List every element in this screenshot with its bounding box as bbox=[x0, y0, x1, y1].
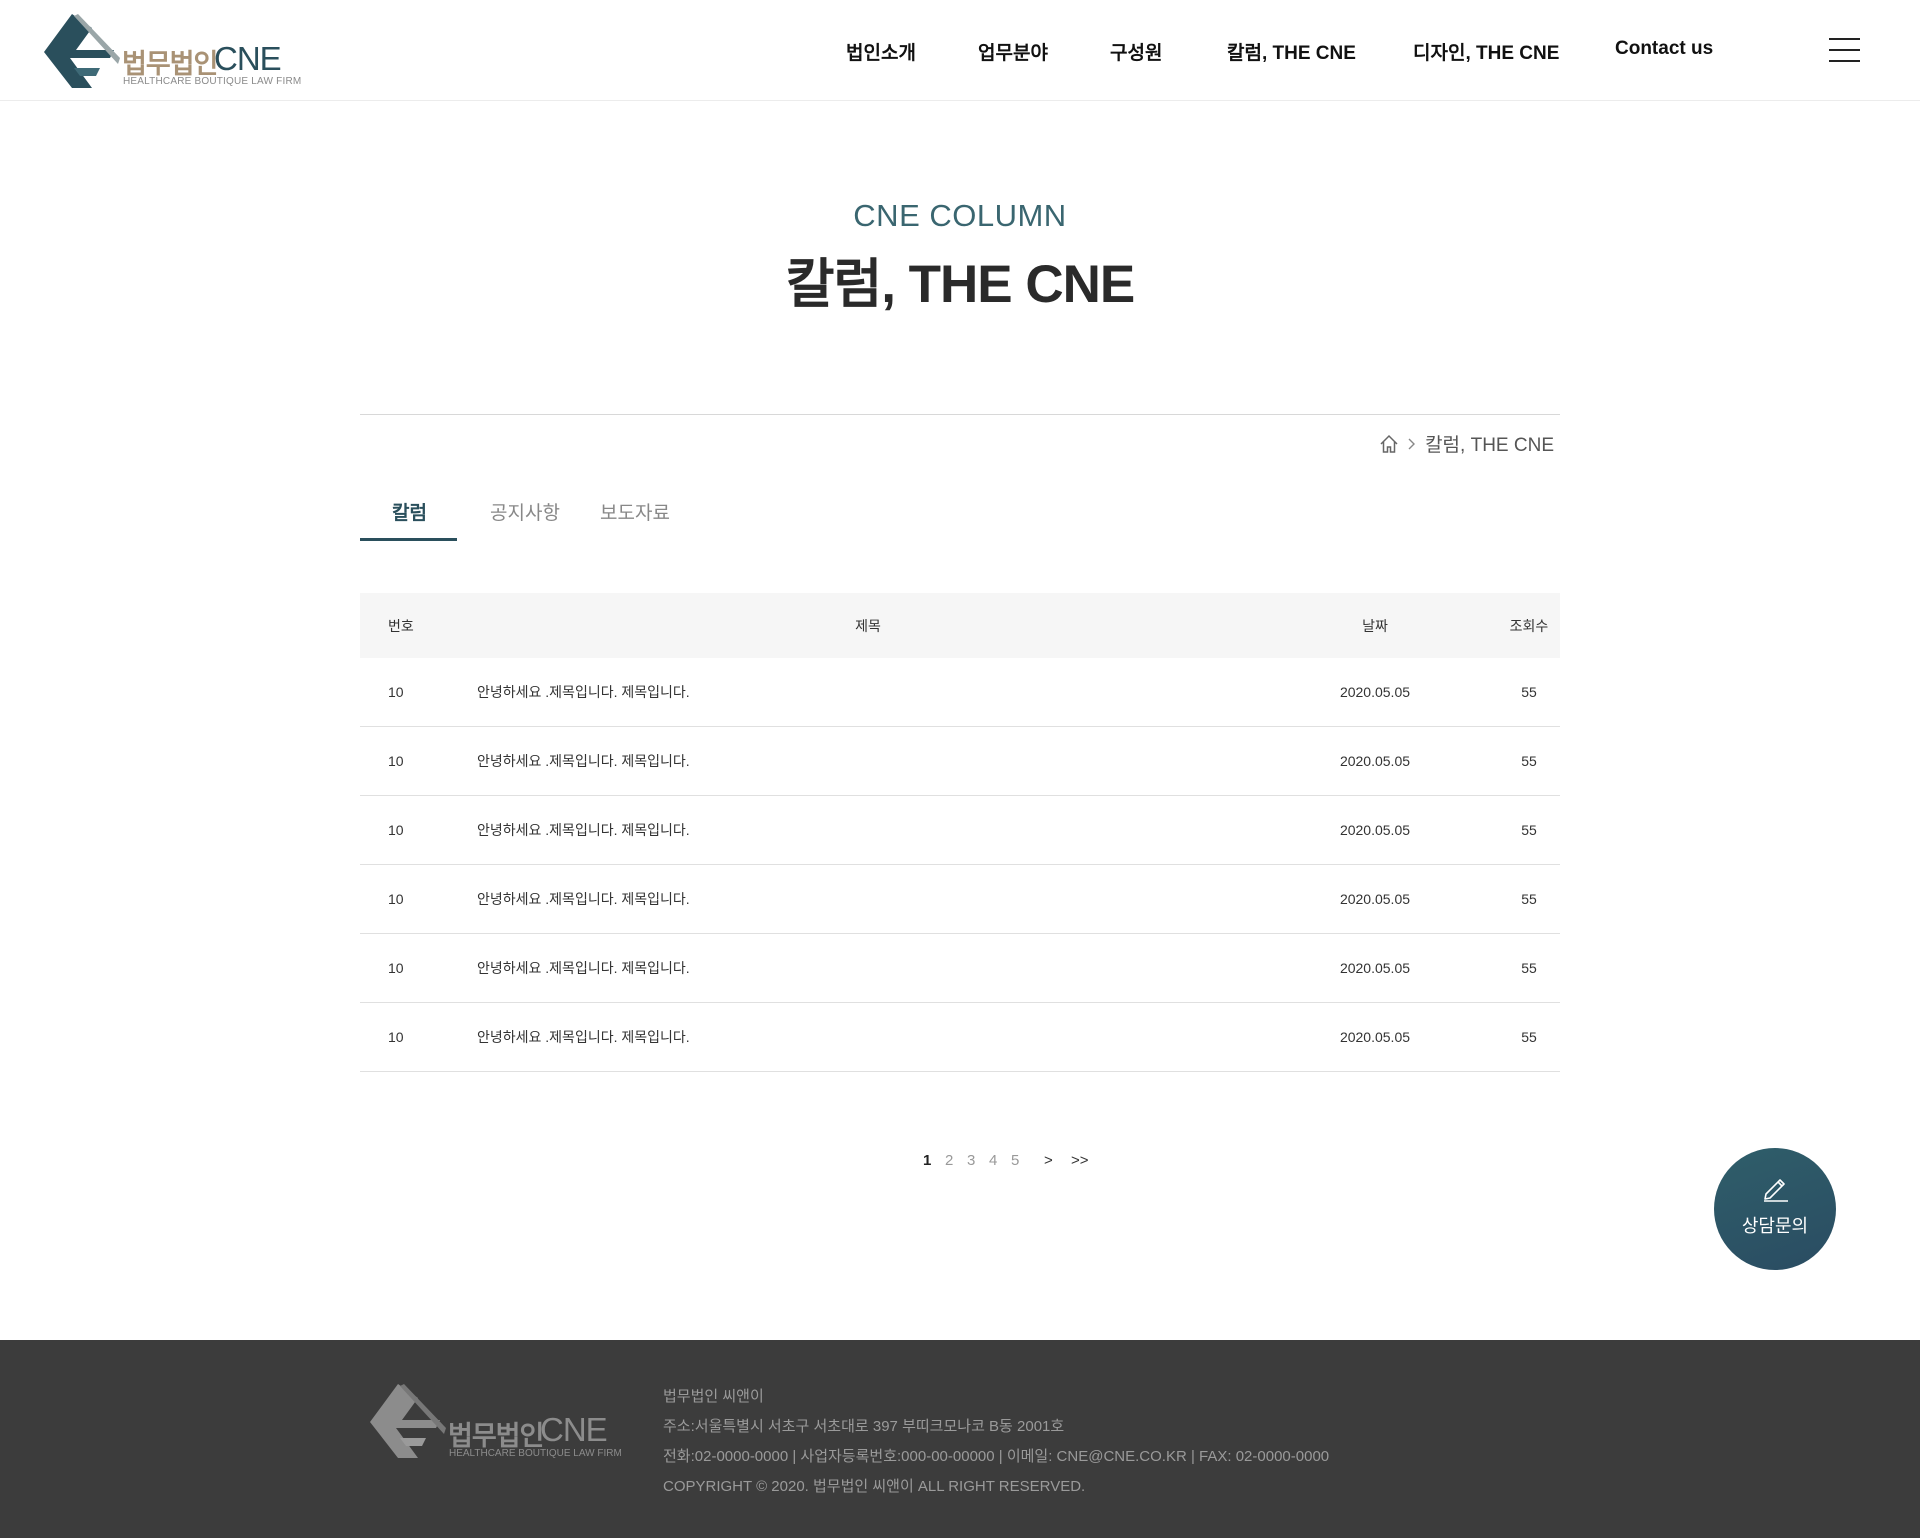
row-date: 2020.05.05 bbox=[1339, 960, 1411, 976]
table-row[interactable]: 10 안녕하세요 .제목입니다. 제목입니다. 2020.05.05 55 bbox=[360, 727, 1560, 796]
footer-company: 법무법인 씨앤이 bbox=[663, 1388, 764, 1405]
row-date: 2020.05.05 bbox=[1339, 891, 1411, 907]
hamburger-icon[interactable] bbox=[1829, 38, 1860, 62]
nav-item-practice[interactable]: 업무분야 bbox=[978, 38, 1048, 65]
nav-item-column[interactable]: 칼럼, THE CNE bbox=[1227, 38, 1356, 65]
table-row[interactable]: 10 안녕하세요 .제목입니다. 제목입니다. 2020.05.05 55 bbox=[360, 1003, 1560, 1072]
row-num: 10 bbox=[388, 822, 404, 838]
row-title-link[interactable]: 안녕하세요 .제목입니다. 제목입니다. bbox=[477, 658, 690, 726]
row-views: 55 bbox=[1521, 891, 1537, 907]
footer-contact: 전화:02-0000-0000 | 사업자등록번호:000-00-00000 |… bbox=[663, 1448, 1330, 1465]
row-views: 55 bbox=[1521, 1029, 1537, 1045]
tab-notice[interactable]: 공지사항 bbox=[490, 498, 560, 525]
table-header: 번호 제목 날짜 조회수 bbox=[360, 593, 1560, 658]
logo-mark-icon bbox=[44, 14, 120, 88]
logo-tagline: HEALTHCARE BOUTIQUE LAW FIRM bbox=[123, 76, 302, 87]
title-divider bbox=[360, 414, 1560, 415]
page-link-3[interactable]: 3 bbox=[967, 1152, 975, 1169]
row-title-link[interactable]: 안녕하세요 .제목입니다. 제목입니다. bbox=[477, 796, 690, 864]
row-num: 10 bbox=[388, 684, 404, 700]
row-views: 55 bbox=[1521, 684, 1537, 700]
row-num: 10 bbox=[388, 753, 404, 769]
row-date: 2020.05.05 bbox=[1339, 753, 1411, 769]
table-row[interactable]: 10 안녕하세요 .제목입니다. 제목입니다. 2020.05.05 55 bbox=[360, 658, 1560, 727]
board-table: 번호 제목 날짜 조회수 10 안녕하세요 .제목입니다. 제목입니다. 202… bbox=[360, 593, 1560, 1072]
breadcrumb-current[interactable]: 칼럼, THE CNE bbox=[1425, 430, 1554, 457]
row-num: 10 bbox=[388, 1029, 404, 1045]
row-views: 55 bbox=[1521, 960, 1537, 976]
footer-logo-name-en: CNE bbox=[540, 1411, 608, 1448]
consult-button[interactable]: 상담문의 bbox=[1714, 1148, 1836, 1270]
tab-column[interactable]: 칼럼 bbox=[392, 498, 427, 525]
chevron-right-icon bbox=[1408, 438, 1416, 449]
tab-press[interactable]: 보도자료 bbox=[600, 498, 670, 525]
footer-copyright: COPYRIGHT © 2020. 법무법인 씨앤이 ALL RIGHT RES… bbox=[663, 1478, 1086, 1495]
row-date: 2020.05.05 bbox=[1339, 1029, 1411, 1045]
page-title: 칼럼, THE CNE bbox=[785, 255, 1136, 314]
logo-name-en: CNE bbox=[214, 40, 282, 77]
table-row[interactable]: 10 안녕하세요 .제목입니다. 제목입니다. 2020.05.05 55 bbox=[360, 796, 1560, 865]
row-views: 55 bbox=[1521, 822, 1537, 838]
site-footer: 법무법인 CNE HEALTHCARE BOUTIQUE LAW FIRM 법무… bbox=[0, 1340, 1920, 1538]
nav-item-members[interactable]: 구성원 bbox=[1110, 38, 1162, 65]
row-num: 10 bbox=[388, 960, 404, 976]
page-subtitle: CNE COLUMN bbox=[853, 198, 1067, 233]
page-link-5[interactable]: 5 bbox=[1011, 1152, 1019, 1169]
pencil-icon bbox=[1764, 1179, 1788, 1202]
breadcrumb: 칼럼, THE CNE bbox=[1379, 430, 1554, 457]
row-title-link[interactable]: 안녕하세요 .제목입니다. 제목입니다. bbox=[477, 727, 690, 795]
next-page-button[interactable]: > bbox=[1044, 1152, 1053, 1169]
footer-info: 법무법인 씨앤이 주소:서울특별시 서초구 서초대로 397 부띠크모나코 B동… bbox=[663, 1382, 1329, 1502]
row-title-link[interactable]: 안녕하세요 .제목입니다. 제목입니다. bbox=[477, 1003, 690, 1071]
tab-active-indicator bbox=[360, 538, 457, 541]
site-logo[interactable]: 법무법인 CNE HEALTHCARE BOUTIQUE LAW FIRM bbox=[34, 12, 301, 90]
footer-address: 주소:서울특별시 서초구 서초대로 397 부띠크모나코 B동 2001호 bbox=[663, 1418, 1065, 1435]
home-icon[interactable] bbox=[1379, 434, 1399, 454]
row-title-link[interactable]: 안녕하세요 .제목입니다. 제목입니다. bbox=[477, 865, 690, 933]
footer-logo: 법무법인 CNE HEALTHCARE BOUTIQUE LAW FIRM bbox=[360, 1382, 622, 1462]
site-header: 법무법인 CNE HEALTHCARE BOUTIQUE LAW FIRM 법인… bbox=[0, 0, 1920, 101]
page-link-4[interactable]: 4 bbox=[989, 1152, 997, 1169]
last-page-button[interactable]: >> bbox=[1071, 1152, 1089, 1169]
row-date: 2020.05.05 bbox=[1339, 822, 1411, 838]
table-row[interactable]: 10 안녕하세요 .제목입니다. 제목입니다. 2020.05.05 55 bbox=[360, 934, 1560, 1003]
nav-item-contact[interactable]: Contact us bbox=[1615, 38, 1713, 60]
page-link-2[interactable]: 2 bbox=[945, 1152, 953, 1169]
row-date: 2020.05.05 bbox=[1339, 684, 1411, 700]
nav-item-design[interactable]: 디자인, THE CNE bbox=[1413, 38, 1559, 65]
header-title: 제목 bbox=[855, 617, 881, 634]
row-num: 10 bbox=[388, 891, 404, 907]
table-row[interactable]: 10 안녕하세요 .제목입니다. 제목입니다. 2020.05.05 55 bbox=[360, 865, 1560, 934]
footer-logo-mark-icon bbox=[370, 1384, 446, 1458]
header-date: 날짜 bbox=[1362, 617, 1388, 634]
row-views: 55 bbox=[1521, 753, 1537, 769]
consult-label: 상담문의 bbox=[1741, 1216, 1809, 1236]
nav-item-about[interactable]: 법인소개 bbox=[846, 38, 916, 65]
row-title-link[interactable]: 안녕하세요 .제목입니다. 제목입니다. bbox=[477, 934, 690, 1002]
footer-logo-tagline: HEALTHCARE BOUTIQUE LAW FIRM bbox=[449, 1448, 622, 1459]
page-link-1[interactable]: 1 bbox=[923, 1152, 931, 1169]
header-views: 조회수 bbox=[1509, 617, 1549, 634]
